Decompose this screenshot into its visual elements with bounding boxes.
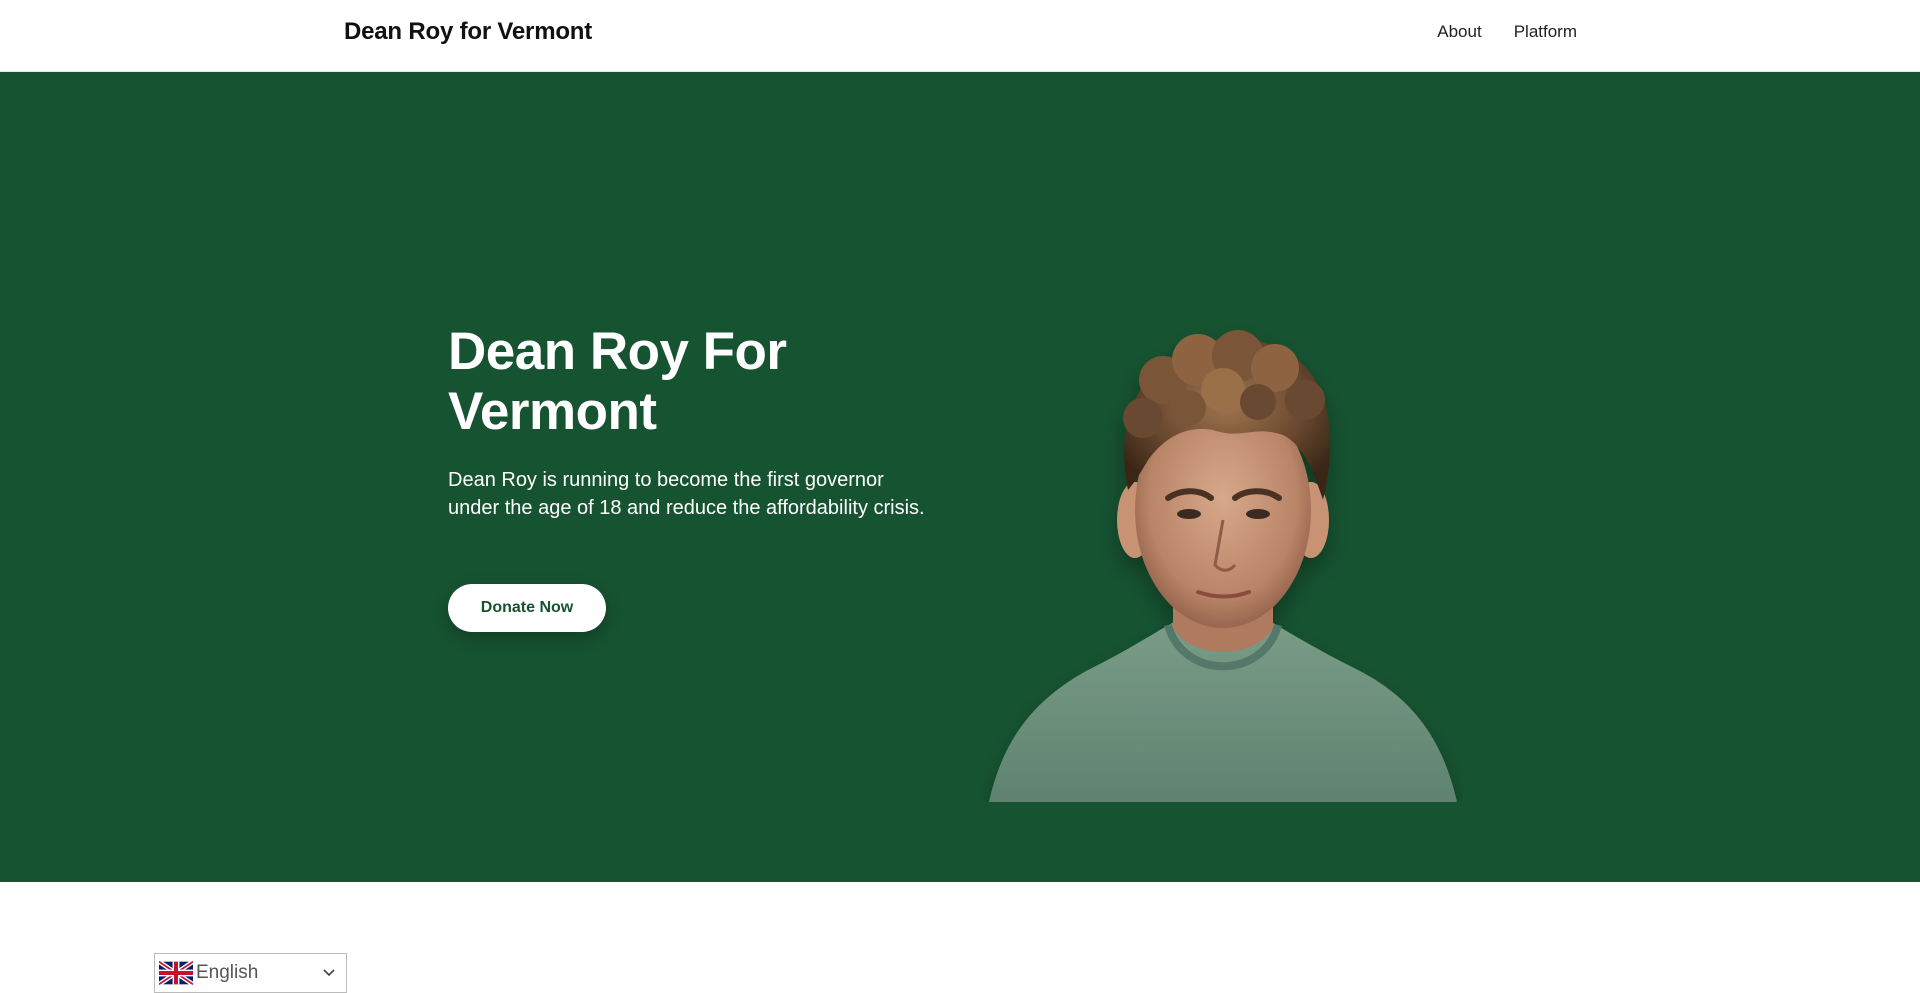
hero-section: Dean Roy For Vermont Dean Roy is running… xyxy=(0,72,1920,882)
nav-link-about[interactable]: About xyxy=(1437,22,1481,42)
main-nav: About Platform xyxy=(1437,22,1577,42)
hero-description: Dean Roy is running to become the first … xyxy=(448,469,925,519)
hero-title: Dean Roy For Vermont xyxy=(448,322,787,441)
candidate-photo xyxy=(983,180,1463,802)
donate-button[interactable]: Donate Now xyxy=(448,584,606,632)
site-header: Dean Roy for Vermont About Platform xyxy=(0,0,1920,72)
language-label: English xyxy=(196,962,259,983)
uk-flag-icon xyxy=(159,960,193,986)
nav-link-platform[interactable]: Platform xyxy=(1514,22,1577,42)
language-selector[interactable]: English xyxy=(154,953,347,993)
chevron-down-icon xyxy=(323,969,335,977)
site-brand-link[interactable]: Dean Roy for Vermont xyxy=(344,18,592,46)
